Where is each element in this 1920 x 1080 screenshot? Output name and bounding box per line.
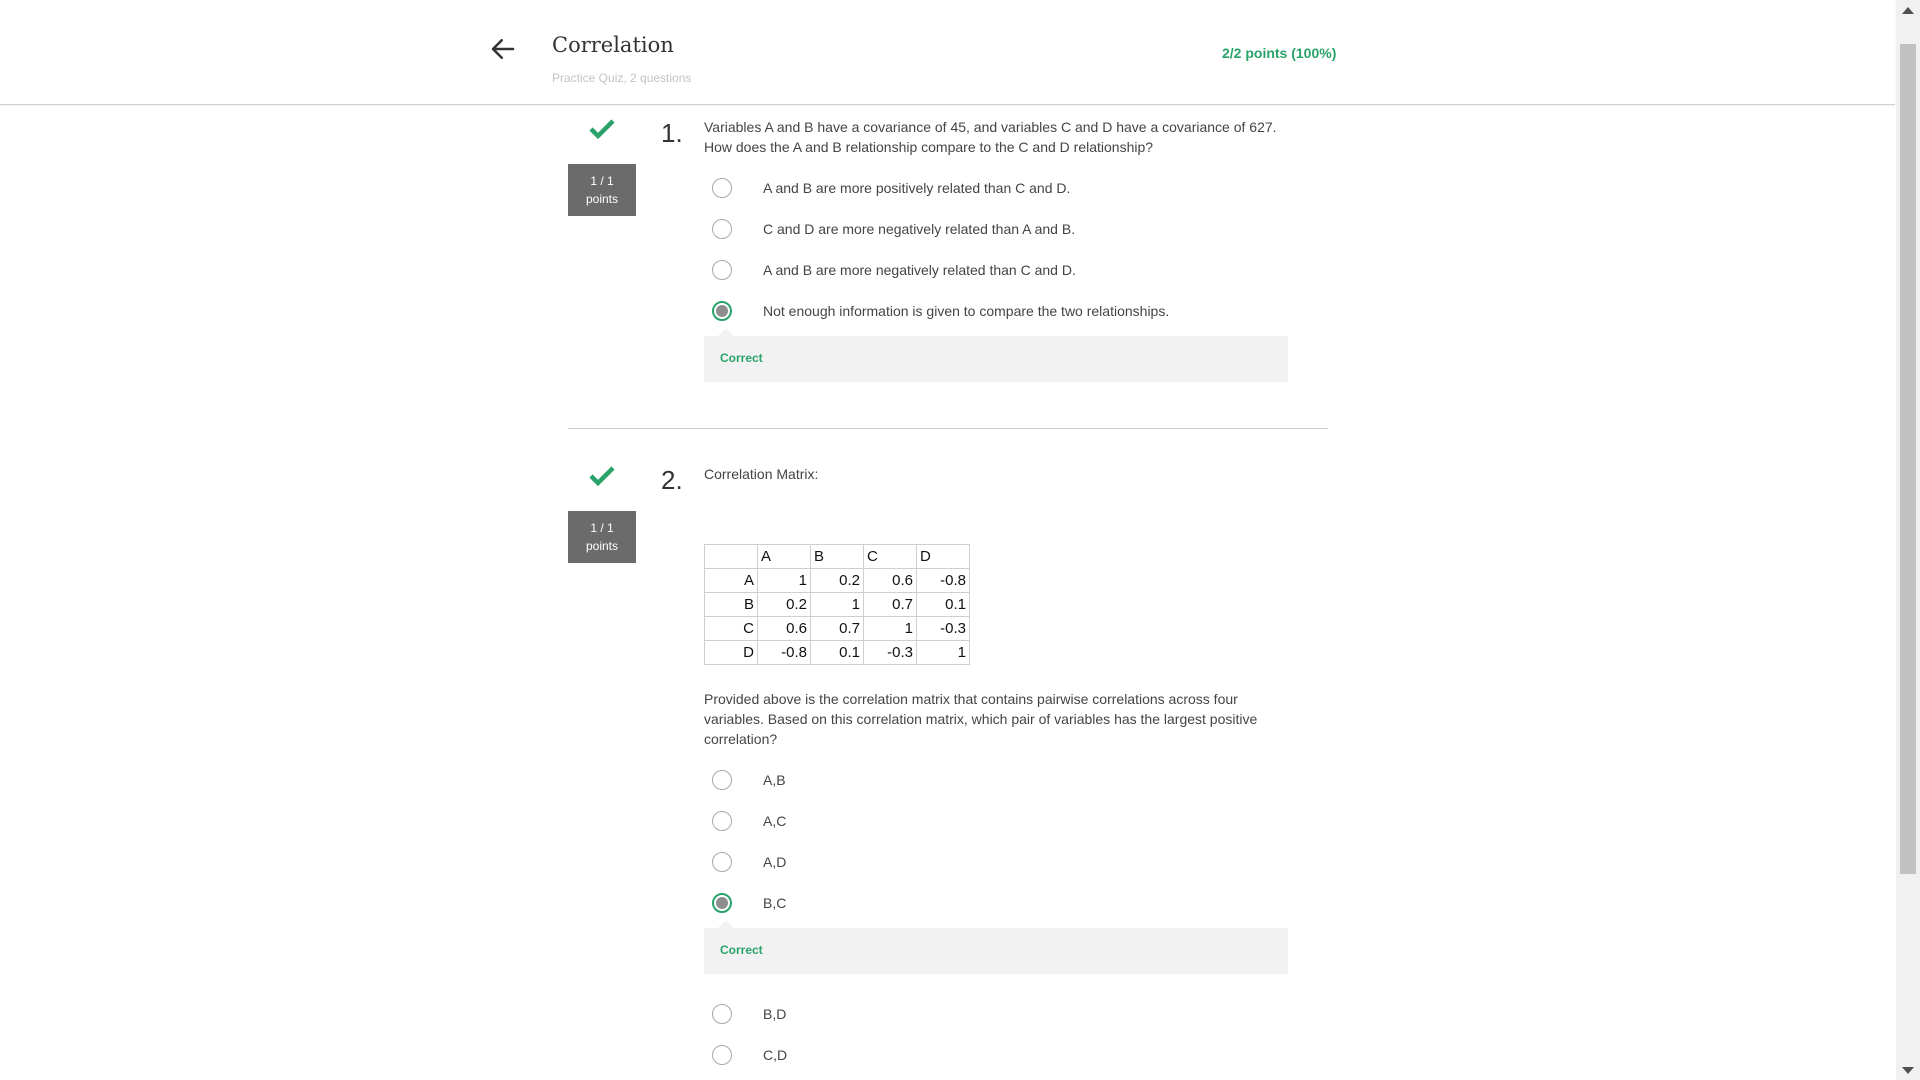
table-cell: 0.6 [757, 616, 811, 641]
answer-label: Not enough information is given to compa… [763, 303, 1170, 319]
answer-option[interactable]: B,D [712, 1001, 786, 1027]
table-cell: D [704, 640, 758, 665]
table-cell: A [757, 544, 811, 569]
answer-option[interactable]: A,C [712, 808, 786, 834]
answer-option[interactable]: A,D [712, 849, 786, 875]
scroll-up-button[interactable] [1896, 0, 1920, 20]
vertical-scrollbar[interactable] [1896, 0, 1920, 1080]
quiz-score: 2/2 points (100%) [1222, 45, 1337, 61]
table-cell: 0.2 [757, 592, 811, 617]
points-badge: 1 / 1 points [568, 164, 636, 216]
table-cell [704, 544, 758, 569]
table-cell: 0.2 [810, 568, 864, 593]
table-cell: 1 [757, 568, 811, 593]
table-row: C 0.6 0.7 1 -0.3 [704, 616, 970, 641]
quiz-header: Correlation Practice Quiz, 2 questions 2… [0, 0, 1895, 105]
table-cell: -0.8 [757, 640, 811, 665]
answer-label: A,C [763, 813, 787, 829]
points-label: points [585, 539, 619, 553]
answer-option[interactable]: A and B are more negatively related than… [712, 257, 1076, 283]
radio-button-selected[interactable] [712, 893, 732, 913]
triangle-down-icon [1902, 1066, 1914, 1074]
quiz-subtitle: Practice Quiz, 2 questions [552, 71, 692, 85]
answer-option[interactable]: A,B [712, 767, 786, 793]
points-value: 1 / 1 [590, 521, 614, 535]
question-number: 2. [661, 465, 683, 495]
table-cell: 0.1 [916, 592, 970, 617]
table-cell: C [704, 616, 758, 641]
radio-button[interactable] [712, 219, 732, 239]
radio-button[interactable] [712, 260, 732, 280]
back-button[interactable] [488, 34, 524, 68]
answer-label: C and D are more negatively related than… [763, 221, 1076, 237]
answer-label: A and B are more positively related than… [763, 180, 1071, 196]
question-number: 1. [661, 118, 683, 148]
question-text: Provided above is the correlation matrix… [704, 691, 1258, 747]
table-cell: A [704, 568, 758, 593]
feedback-box: Correct [704, 328, 1288, 382]
answer-option[interactable]: C and D are more negatively related than… [712, 216, 1075, 242]
table-cell: -0.8 [916, 568, 970, 593]
radio-button[interactable] [712, 811, 732, 831]
scroll-down-button[interactable] [1896, 1060, 1920, 1080]
answer-option-selected[interactable]: B,C [712, 890, 786, 916]
table-cell: 1 [810, 592, 864, 617]
answer-label: A and B are more negatively related than… [763, 262, 1076, 278]
table-row: A 1 0.2 0.6 -0.8 [704, 568, 970, 593]
table-cell: 0.1 [810, 640, 864, 665]
table-cell: 1 [916, 640, 970, 665]
table-cell: -0.3 [916, 616, 970, 641]
answer-label: A,B [763, 772, 786, 788]
table-cell: 0.6 [863, 568, 917, 593]
correlation-matrix: A B C D A 1 0.2 0.6 -0.8 B 0.2 1 0.7 0.1… [704, 544, 970, 665]
answer-option[interactable]: A and B are more positively related than… [712, 175, 1070, 201]
table-row: B 0.2 1 0.7 0.1 [704, 592, 970, 617]
page-title: Correlation [552, 33, 674, 57]
feedback-text: Correct [720, 351, 763, 365]
answer-label: C,D [763, 1047, 788, 1063]
question-text: Variables A and B have a covariance of 4… [704, 119, 1277, 155]
table-cell: B [810, 544, 864, 569]
table-cell: 1 [863, 616, 917, 641]
answer-label: B,D [763, 1006, 787, 1022]
radio-button[interactable] [712, 178, 732, 198]
answer-label: A,D [763, 854, 787, 870]
table-cell: -0.3 [863, 640, 917, 665]
triangle-up-icon [1902, 6, 1914, 14]
feedback-box: Correct [704, 920, 1288, 974]
points-badge: 1 / 1 points [568, 511, 636, 563]
radio-button[interactable] [712, 852, 732, 872]
radio-button[interactable] [712, 770, 732, 790]
points-label: points [585, 192, 619, 206]
question-divider [568, 428, 1328, 429]
radio-button[interactable] [712, 1045, 732, 1065]
table-cell: 0.7 [863, 592, 917, 617]
table-cell: 0.7 [810, 616, 864, 641]
radio-button-selected[interactable] [712, 301, 732, 321]
table-cell: C [863, 544, 917, 569]
table-cell: D [916, 544, 970, 569]
radio-button[interactable] [712, 1004, 732, 1024]
check-icon [589, 119, 615, 140]
answer-option[interactable]: C,D [712, 1042, 787, 1068]
question-title: Correlation Matrix: [704, 466, 819, 482]
table-cell: B [704, 592, 758, 617]
answer-label: B,C [763, 895, 787, 911]
table-header-row: A B C D [704, 544, 970, 569]
feedback-text: Correct [720, 943, 763, 957]
table-row: D -0.8 0.1 -0.3 1 [704, 640, 970, 665]
points-value: 1 / 1 [590, 174, 614, 188]
check-icon [589, 466, 615, 487]
answer-option-selected[interactable]: Not enough information is given to compa… [712, 298, 1169, 324]
scrollbar-thumb[interactable] [1900, 44, 1916, 874]
arrow-left-icon [491, 39, 515, 59]
